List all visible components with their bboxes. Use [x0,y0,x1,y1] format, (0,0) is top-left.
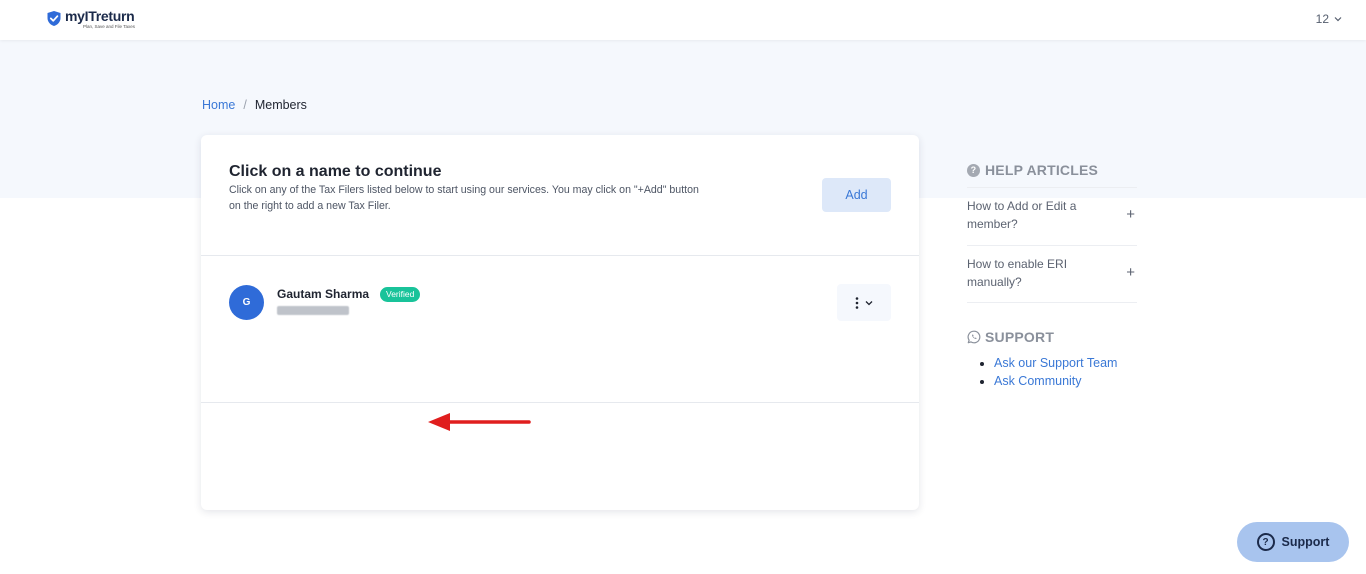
breadcrumb: Home / Members [202,98,307,112]
verified-badge: Verified [380,287,421,302]
help-article-label: How to enable ERI manually? [967,257,1068,289]
member-actions-menu[interactable] [837,284,891,321]
top-navbar: myITreturn Plan, Save and File Taxes 12 [0,0,1366,40]
add-member-button[interactable]: Add [822,178,891,212]
card-header: Click on a name to continue Click on any… [201,135,919,256]
support-heading: SUPPORT [967,329,1137,345]
breadcrumb-current: Members [254,98,307,112]
help-articles-title: HELP ARTICLES [985,162,1099,178]
help-article-enable-eri[interactable]: How to enable ERI manually? + [967,245,1137,303]
support-panel: SUPPORT Ask our Support Team Ask Communi… [967,329,1137,390]
ask-support-team-link[interactable]: Ask our Support Team [994,354,1137,372]
help-article-label: How to Add or Edit a member? [967,199,1077,231]
breadcrumb-home-link[interactable]: Home [202,98,235,112]
plus-icon: + [1126,206,1135,223]
support-floating-button[interactable]: ? Support [1237,522,1349,562]
kebab-menu-icon [855,296,859,309]
avatar: G [229,285,264,320]
logo-tagline: Plan, Save and File Taxes [83,24,135,29]
help-circle-icon: ? [1256,533,1275,551]
ask-community-link[interactable]: Ask Community [994,372,1137,390]
member-name[interactable]: Gautam Sharma [277,287,369,301]
shield-check-icon [47,11,61,26]
support-links: Ask our Support Team Ask Community [967,354,1137,390]
member-id-redacted [277,306,349,315]
members-card: Click on a name to continue Click on any… [201,135,919,510]
support-title: SUPPORT [985,329,1055,345]
help-articles-list: How to Add or Edit a member? + How to en… [967,187,1137,303]
user-menu-label: 12 [1315,12,1329,26]
annotation-arrow-icon [428,413,531,431]
chevron-down-icon [1334,17,1342,22]
logo-name: myITreturn [65,8,135,24]
card-description: Click on any of the Tax Filers listed be… [229,184,699,212]
user-menu[interactable]: 12 [1316,12,1342,26]
support-fab-label: Support [1281,535,1330,549]
plus-icon: + [1126,264,1135,281]
chevron-down-icon [865,300,873,305]
question-circle-icon: ? [967,163,980,177]
help-article-add-edit-member[interactable]: How to Add or Edit a member? + [967,187,1137,245]
breadcrumb-separator: / [243,98,247,112]
help-articles-heading: ? HELP ARTICLES [967,162,1137,178]
card-title: Click on a name to continue [229,163,442,180]
member-row[interactable]: G Gautam Sharma Verified [201,256,919,431]
whatsapp-icon [967,330,981,344]
logo[interactable]: myITreturn Plan, Save and File Taxes [46,9,135,30]
help-articles-panel: ? HELP ARTICLES How to Add or Edit a mem… [967,162,1137,303]
